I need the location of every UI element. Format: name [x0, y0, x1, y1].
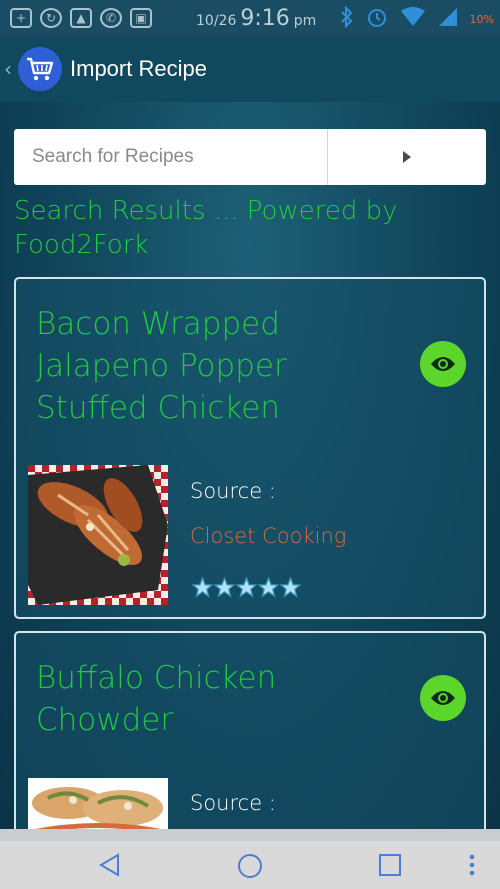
content-area: Search Results ... Powered by Food2Fork … — [0, 102, 500, 830]
nav-recents-button[interactable] — [378, 853, 402, 881]
play-arrow-icon — [403, 151, 411, 163]
recipe-card[interactable]: Bacon Wrapped Jalapeno Popper Stuffed Ch… — [14, 277, 486, 619]
triangle-back-icon — [99, 853, 119, 877]
star-icon — [236, 577, 257, 598]
whatsapp-icon: ✆ — [100, 8, 122, 28]
wifi-icon — [400, 7, 426, 32]
app-bar: ‹ Import Recipe — [0, 36, 500, 102]
calendar-sync-icon: ▣ — [130, 8, 152, 28]
status-bar: + ↻ ▲ ✆ ▣ 10/26 9:16 pm 10% — [0, 0, 500, 36]
alarm-icon — [366, 6, 388, 33]
source-link[interactable]: Closet Cooking — [190, 524, 346, 548]
status-ampm: pm — [293, 13, 317, 29]
eye-icon — [431, 357, 455, 371]
source-label: Source : — [190, 479, 276, 503]
view-recipe-button[interactable] — [420, 675, 466, 721]
add-notification-icon: + — [10, 8, 32, 28]
status-time: 9:16 — [240, 6, 290, 31]
nav-back-button[interactable] — [98, 853, 122, 881]
nav-home-button[interactable] — [237, 853, 263, 883]
eye-icon — [431, 691, 455, 705]
results-heading: Search Results ... Powered by Food2Fork — [14, 196, 398, 260]
circle-home-icon — [238, 854, 262, 878]
recipe-title[interactable]: Bacon Wrapped Jalapeno Popper Stuffed Ch… — [36, 303, 406, 429]
status-date: 10/26 — [196, 13, 237, 29]
star-icon — [192, 577, 213, 598]
system-nav-bar — [0, 841, 500, 889]
page-title: Import Recipe — [70, 56, 207, 81]
recipe-card[interactable]: Buffalo Chicken Chowder Source : — [14, 631, 486, 830]
star-icon — [280, 577, 301, 598]
square-recents-icon — [379, 854, 401, 876]
recipe-thumbnail[interactable] — [28, 465, 168, 605]
shopping-cart-icon[interactable] — [18, 47, 62, 91]
sync-notification-icon: ↻ — [40, 8, 62, 28]
star-icon — [258, 577, 279, 598]
source-label: Source : — [190, 791, 276, 815]
star-icon — [214, 577, 235, 598]
rating-stars — [192, 577, 301, 598]
bluetooth-icon — [340, 5, 354, 33]
battery-level: 10% — [469, 13, 494, 26]
recipe-thumbnail[interactable] — [28, 778, 168, 830]
recipe-title[interactable]: Buffalo Chicken Chowder — [36, 657, 406, 741]
image-notification-icon: ▲ — [70, 8, 92, 28]
back-chevron-icon[interactable]: ‹ — [4, 57, 16, 81]
nav-menu-button[interactable] — [468, 853, 476, 881]
overflow-menu-icon — [469, 854, 475, 876]
view-recipe-button[interactable] — [420, 341, 466, 387]
nav-divider — [0, 829, 500, 841]
signal-icon — [438, 7, 458, 32]
search-input[interactable] — [14, 129, 328, 185]
search-bar — [14, 129, 486, 185]
search-go-button[interactable] — [328, 129, 486, 185]
